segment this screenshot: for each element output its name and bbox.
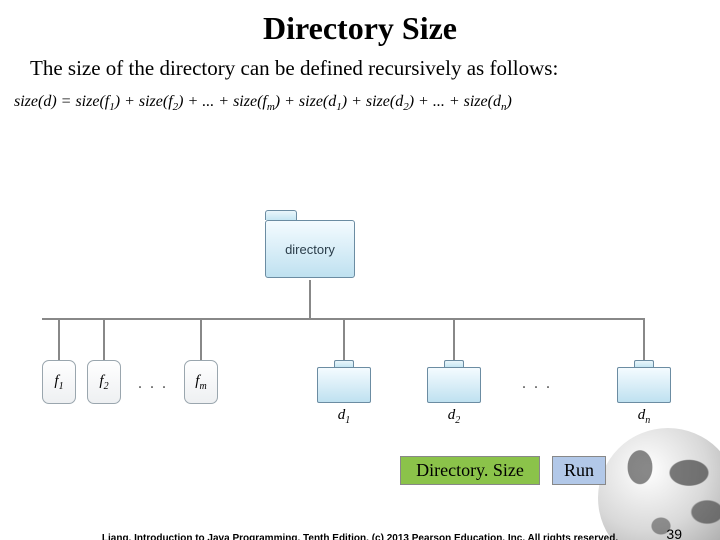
ellipsis: . . .: [138, 375, 168, 393]
run-button[interactable]: Run: [552, 456, 606, 485]
formula-equation: size(d) = size(f1) + size(f2) + ... + si…: [14, 93, 706, 113]
slide-body-text: The size of the directory can be defined…: [18, 55, 702, 81]
dir-leaf: d2: [427, 360, 481, 426]
file-leaf: f2: [87, 360, 121, 404]
slide-title: Directory Size: [0, 10, 720, 47]
root-folder-icon: directory: [265, 210, 355, 278]
page-number: 39: [666, 526, 682, 540]
globe-graphic: [598, 428, 720, 540]
code-link-button[interactable]: Directory. Size: [400, 456, 540, 485]
button-row: Directory. Size Run: [400, 456, 606, 485]
ellipsis: . . .: [522, 375, 552, 393]
directory-tree-diagram: directory f1 f2 . . . fm d1 d2 . . . dn: [0, 210, 720, 430]
dir-leaf: d1: [317, 360, 371, 426]
root-folder-label: directory: [265, 220, 355, 278]
dir-leaf: dn: [617, 360, 671, 426]
file-leaf: fm: [184, 360, 218, 404]
footer-attribution: Liang, Introduction to Java Programming,…: [0, 533, 720, 540]
file-leaf: f1: [42, 360, 76, 404]
